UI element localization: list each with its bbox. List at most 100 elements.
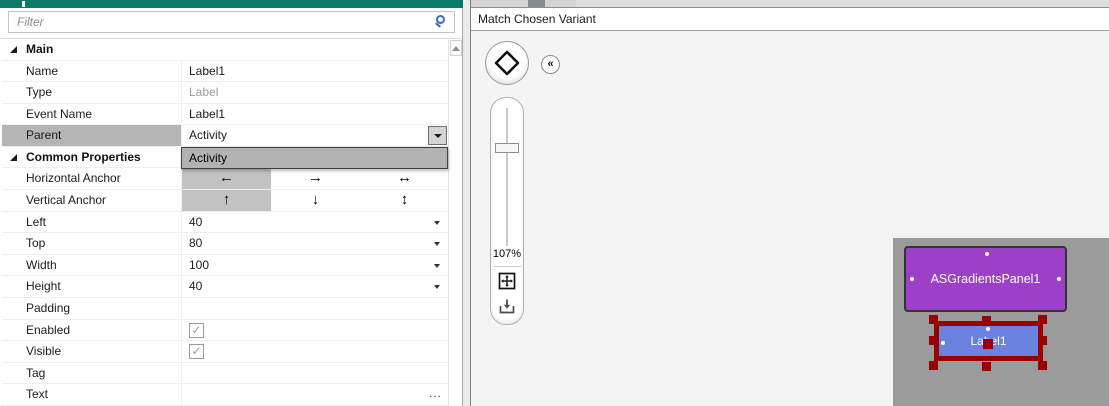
- anchor-left-button[interactable]: ←: [182, 168, 271, 190]
- property-value[interactable]: [181, 362, 448, 384]
- grid-scrollbar[interactable]: [448, 39, 462, 406]
- selection-handle-bottom-center[interactable]: [982, 362, 991, 371]
- property-value[interactable]: ...: [181, 384, 448, 405]
- property-value[interactable]: ✓: [181, 341, 448, 362]
- property-value[interactable]: 100: [181, 254, 448, 276]
- anchor-both-vertical-button[interactable]: ↕: [360, 190, 449, 211]
- property-label: Height: [26, 279, 61, 294]
- pan-arrows-icon: [494, 50, 520, 76]
- property-value[interactable]: 80: [181, 233, 448, 254]
- caret-down-icon[interactable]: [434, 263, 440, 268]
- selection-frame[interactable]: Label1: [929, 315, 1047, 371]
- checkbox[interactable]: ✓: [189, 322, 204, 338]
- property-value[interactable]: Label1: [181, 103, 448, 125]
- ellipsis-button[interactable]: ...: [429, 386, 442, 400]
- dropdown-item[interactable]: Activity: [182, 148, 447, 168]
- property-label: Enabled: [26, 322, 71, 337]
- anchor-both-horizontal-button[interactable]: ↔: [360, 168, 449, 189]
- caret-down-icon[interactable]: [434, 220, 440, 225]
- zoom-slider[interactable]: 107%: [490, 97, 524, 325]
- selection-handle-middle-right[interactable]: [1038, 336, 1047, 345]
- parent-dropdown-popup: Activity: [181, 147, 448, 169]
- property-label: Type: [26, 85, 53, 100]
- property-row-event-name: Event Name Label1: [2, 103, 448, 126]
- properties-panel: Main Name Label1 Type Label Event Name Label1 P…: [0, 0, 463, 406]
- property-value[interactable]: Activity: [181, 125, 448, 146]
- zoom-slider-handle[interactable]: [495, 143, 519, 153]
- property-value[interactable]: ← → ↔: [181, 168, 449, 190]
- selection-handle-top-center[interactable]: [982, 316, 991, 325]
- anchor-bottom-button[interactable]: ↓: [271, 190, 360, 211]
- property-value-text: 40: [189, 214, 203, 229]
- design-canvas[interactable]: « 107% ASGradientsPanel1: [471, 32, 1109, 406]
- property-row-main[interactable]: Main: [2, 39, 448, 61]
- designer-panel-label: ASGradientsPanel1: [930, 272, 1041, 286]
- selection-handle-middle-left[interactable]: [929, 336, 938, 345]
- search-icon[interactable]: [435, 15, 449, 29]
- property-value[interactable]: 40: [181, 276, 448, 297]
- collapse-tools-button[interactable]: «: [541, 55, 560, 74]
- property-label: Width: [26, 257, 57, 272]
- selection-handle-bottom-right[interactable]: [1038, 361, 1047, 370]
- scroll-up-button[interactable]: [450, 40, 462, 56]
- panel-right-dot: [1057, 277, 1061, 281]
- property-label: Left: [26, 214, 47, 229]
- property-row-text: Text...: [2, 384, 448, 406]
- property-row-enabled: Enabled ✓: [2, 319, 448, 342]
- property-row-type: Type Label: [2, 82, 448, 104]
- device-screen[interactable]: ASGradientsPanel1 Label1: [893, 238, 1109, 406]
- zoom-percent-label: 107%: [492, 248, 522, 260]
- property-grid: Main Name Label1 Type Label Event Name Label1 P…: [2, 39, 448, 406]
- caret-down-icon[interactable]: [434, 242, 440, 247]
- anchor-top-button[interactable]: ↑: [182, 190, 271, 211]
- zoom-slider-track[interactable]: [506, 108, 508, 246]
- label-top-dot: [986, 327, 990, 331]
- property-value[interactable]: ↑ ↓ ↕: [181, 190, 448, 211]
- property-value[interactable]: Label1: [181, 60, 448, 82]
- expander-icon[interactable]: [10, 46, 17, 53]
- checkbox[interactable]: ✓: [189, 344, 204, 360]
- panel-splitter[interactable]: [463, 0, 470, 406]
- property-value-text: Label: [189, 85, 219, 100]
- label-left-dot: [941, 341, 945, 345]
- dropdown-button[interactable]: [428, 126, 447, 146]
- property-row-horizontal-anchor: Horizontal Anchor ← → ↔: [2, 168, 449, 191]
- selection-handle-top-left[interactable]: [929, 315, 938, 324]
- property-label: Event Name: [26, 106, 93, 121]
- property-value[interactable]: Label: [181, 82, 448, 103]
- property-label: Text: [26, 387, 49, 402]
- selection-handle-top-right[interactable]: [1038, 315, 1047, 324]
- anchor-right-button[interactable]: →: [271, 168, 360, 189]
- property-row-left: Left 40: [2, 211, 448, 234]
- filter-box: [8, 11, 455, 33]
- property-value[interactable]: 40: [181, 211, 448, 233]
- property-row-top: Top 80: [2, 233, 448, 255]
- property-label: Visible: [26, 344, 62, 359]
- property-row-parent: Parent Activity: [2, 125, 448, 147]
- property-row-width: Width 100: [2, 254, 448, 277]
- download-tray-icon: [499, 299, 515, 314]
- selection-handle-bottom-left[interactable]: [929, 361, 938, 370]
- caret-down-icon[interactable]: [434, 285, 440, 290]
- property-row-padding: Padding: [2, 297, 448, 320]
- property-row-tag: Tag: [2, 362, 448, 385]
- property-row-visible: Visible ✓: [2, 341, 448, 363]
- load-layout-button[interactable]: [498, 298, 516, 316]
- property-label: Name: [26, 63, 59, 78]
- expander-icon[interactable]: [10, 153, 17, 161]
- tab-strip[interactable]: [471, 0, 1109, 7]
- tab-fragment[interactable]: [528, 0, 545, 7]
- property-label: Tag: [26, 365, 46, 380]
- fit-to-screen-button[interactable]: [498, 272, 516, 290]
- property-value[interactable]: [181, 297, 448, 319]
- selection-handle-center[interactable]: [983, 339, 993, 349]
- designer-panel[interactable]: ASGradientsPanel1: [904, 246, 1067, 312]
- property-value-text: 40: [189, 279, 203, 294]
- pan-control[interactable]: [485, 41, 529, 85]
- slider-divider: [493, 266, 521, 267]
- filter-input[interactable]: [9, 12, 429, 32]
- section-label: Common Properties: [26, 149, 141, 164]
- property-label: Top: [26, 236, 46, 251]
- titlebar-text-fragment: [22, 1, 25, 7]
- property-value[interactable]: ✓: [181, 319, 448, 341]
